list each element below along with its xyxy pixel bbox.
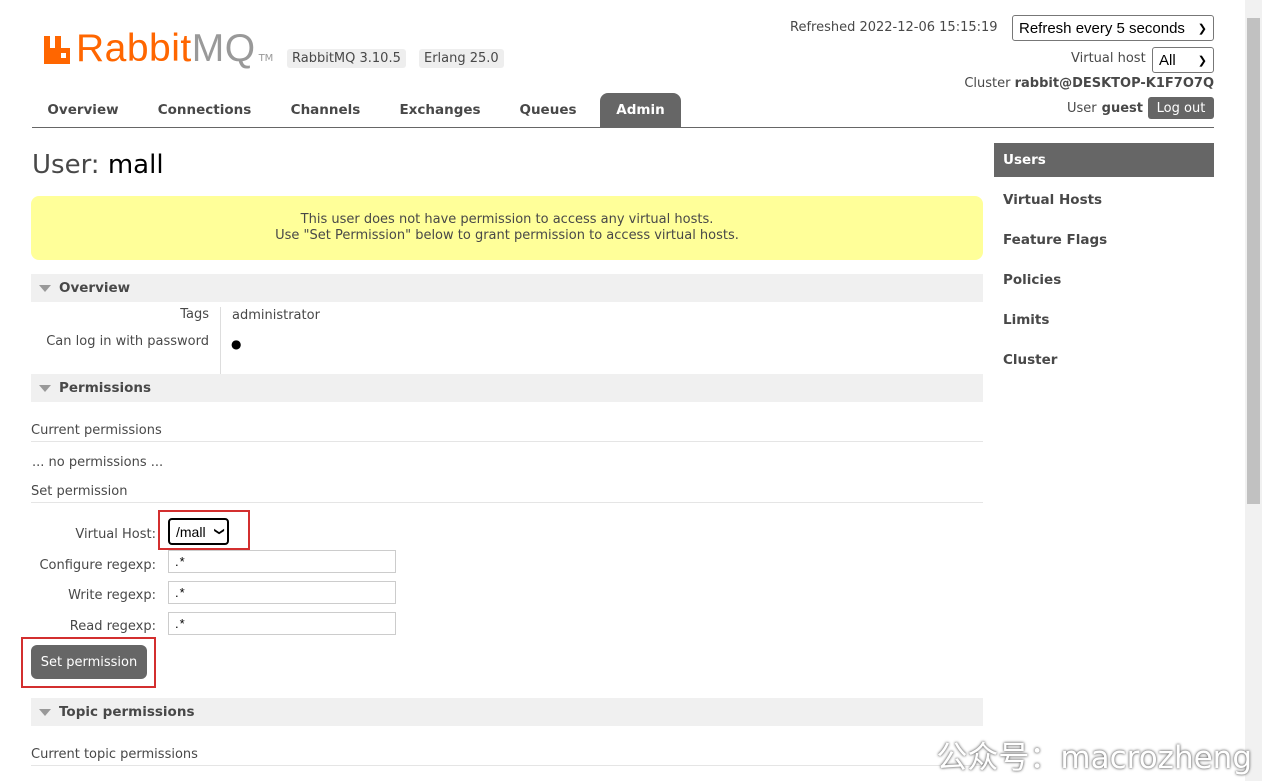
tab-exchanges[interactable]: Exchanges: [386, 93, 494, 127]
sidebar-item-users[interactable]: Users: [994, 143, 1214, 177]
permissions-section-header[interactable]: Permissions: [31, 374, 983, 402]
tags-label: Tags: [180, 307, 209, 322]
collapse-triangle-icon: [39, 708, 51, 716]
collapse-triangle-icon: [39, 384, 51, 392]
set-permission-button[interactable]: Set permission: [31, 645, 147, 679]
scrollbar-thumb[interactable]: [1247, 18, 1260, 504]
topic-permissions-heading: Topic permissions: [59, 704, 195, 720]
warning-line-2: Use "Set Permission" below to grant perm…: [275, 228, 739, 243]
cluster-name: rabbit@DESKTOP-K1F7O7Q: [1014, 76, 1214, 91]
erlang-version-badge: Erlang 25.0: [419, 49, 504, 68]
tab-overview[interactable]: Overview: [32, 93, 134, 127]
read-regexp-label: Read regexp:: [69, 619, 156, 634]
overview-section-header[interactable]: Overview: [31, 274, 983, 302]
virtual-host-label: Virtual host: [1071, 51, 1146, 66]
virtual-host-field-label: Virtual Host:: [75, 527, 156, 542]
page-title-username: mall: [107, 150, 164, 180]
configure-regexp-label: Configure regexp:: [39, 558, 156, 573]
can-login-bullet: ●: [231, 337, 242, 351]
collapse-triangle-icon: [39, 284, 51, 292]
sidebar-item-feature-flags[interactable]: Feature Flags: [994, 223, 1214, 257]
no-permission-warning: This user does not have permission to ac…: [31, 196, 983, 260]
rabbitmq-logo-icon: [42, 34, 72, 66]
overview-heading: Overview: [59, 280, 131, 296]
permissions-heading: Permissions: [59, 380, 152, 396]
permission-vhost-select[interactable]: /mall ❯: [168, 518, 229, 545]
cluster-label: Cluster: [964, 76, 1011, 91]
chevron-down-icon: ❯: [1197, 22, 1207, 35]
write-regexp-input[interactable]: [168, 581, 396, 604]
can-login-label: Can log in with password: [46, 334, 209, 349]
read-regexp-input[interactable]: [168, 612, 396, 635]
warning-line-1: This user does not have permission to ac…: [300, 212, 714, 227]
virtual-host-select[interactable]: All ❯: [1152, 47, 1214, 73]
page-title: User: mall: [32, 150, 164, 180]
main-nav-tabs: Overview Connections Channels Exchanges …: [32, 93, 1214, 128]
rabbitmq-logo[interactable]: RabbitMQ TM: [42, 27, 274, 70]
chevron-down-icon: ❯: [1197, 54, 1207, 67]
tab-admin[interactable]: Admin: [600, 93, 681, 127]
tags-value: administrator: [232, 308, 320, 323]
tab-channels[interactable]: Channels: [275, 93, 376, 127]
current-topic-permissions-heading: Current topic permissions: [31, 747, 983, 766]
sidebar-item-cluster[interactable]: Cluster: [994, 343, 1214, 377]
tab-queues[interactable]: Queues: [504, 93, 592, 127]
no-permissions-text: ... no permissions ...: [32, 455, 164, 470]
chevron-down-icon: ❯: [213, 527, 225, 536]
write-regexp-label: Write regexp:: [68, 588, 156, 603]
page-title-prefix: User:: [32, 150, 100, 180]
rabbitmq-version-badge: RabbitMQ 3.10.5: [287, 49, 406, 68]
refresh-interval-select[interactable]: Refresh every 5 seconds ❯: [1012, 15, 1214, 41]
sidebar-item-limits[interactable]: Limits: [994, 303, 1214, 337]
sidebar-item-virtual-hosts[interactable]: Virtual Hosts: [994, 183, 1214, 217]
configure-regexp-input[interactable]: [168, 550, 396, 573]
logo-trademark: TM: [258, 53, 274, 64]
current-permissions-heading: Current permissions: [31, 423, 983, 442]
refreshed-timestamp: Refreshed 2022-12-06 15:15:19: [790, 20, 998, 35]
topic-permissions-section-header[interactable]: Topic permissions: [31, 698, 983, 726]
sidebar-item-policies[interactable]: Policies: [994, 263, 1214, 297]
logo-wordmark: RabbitMQ: [76, 27, 256, 70]
tab-connections[interactable]: Connections: [144, 93, 265, 127]
cluster-info: Cluster rabbit@DESKTOP-K1F7O7Q: [964, 76, 1214, 91]
set-permission-heading: Set permission: [31, 484, 983, 503]
watermark-text: 公众号：macrozheng: [936, 740, 1252, 776]
